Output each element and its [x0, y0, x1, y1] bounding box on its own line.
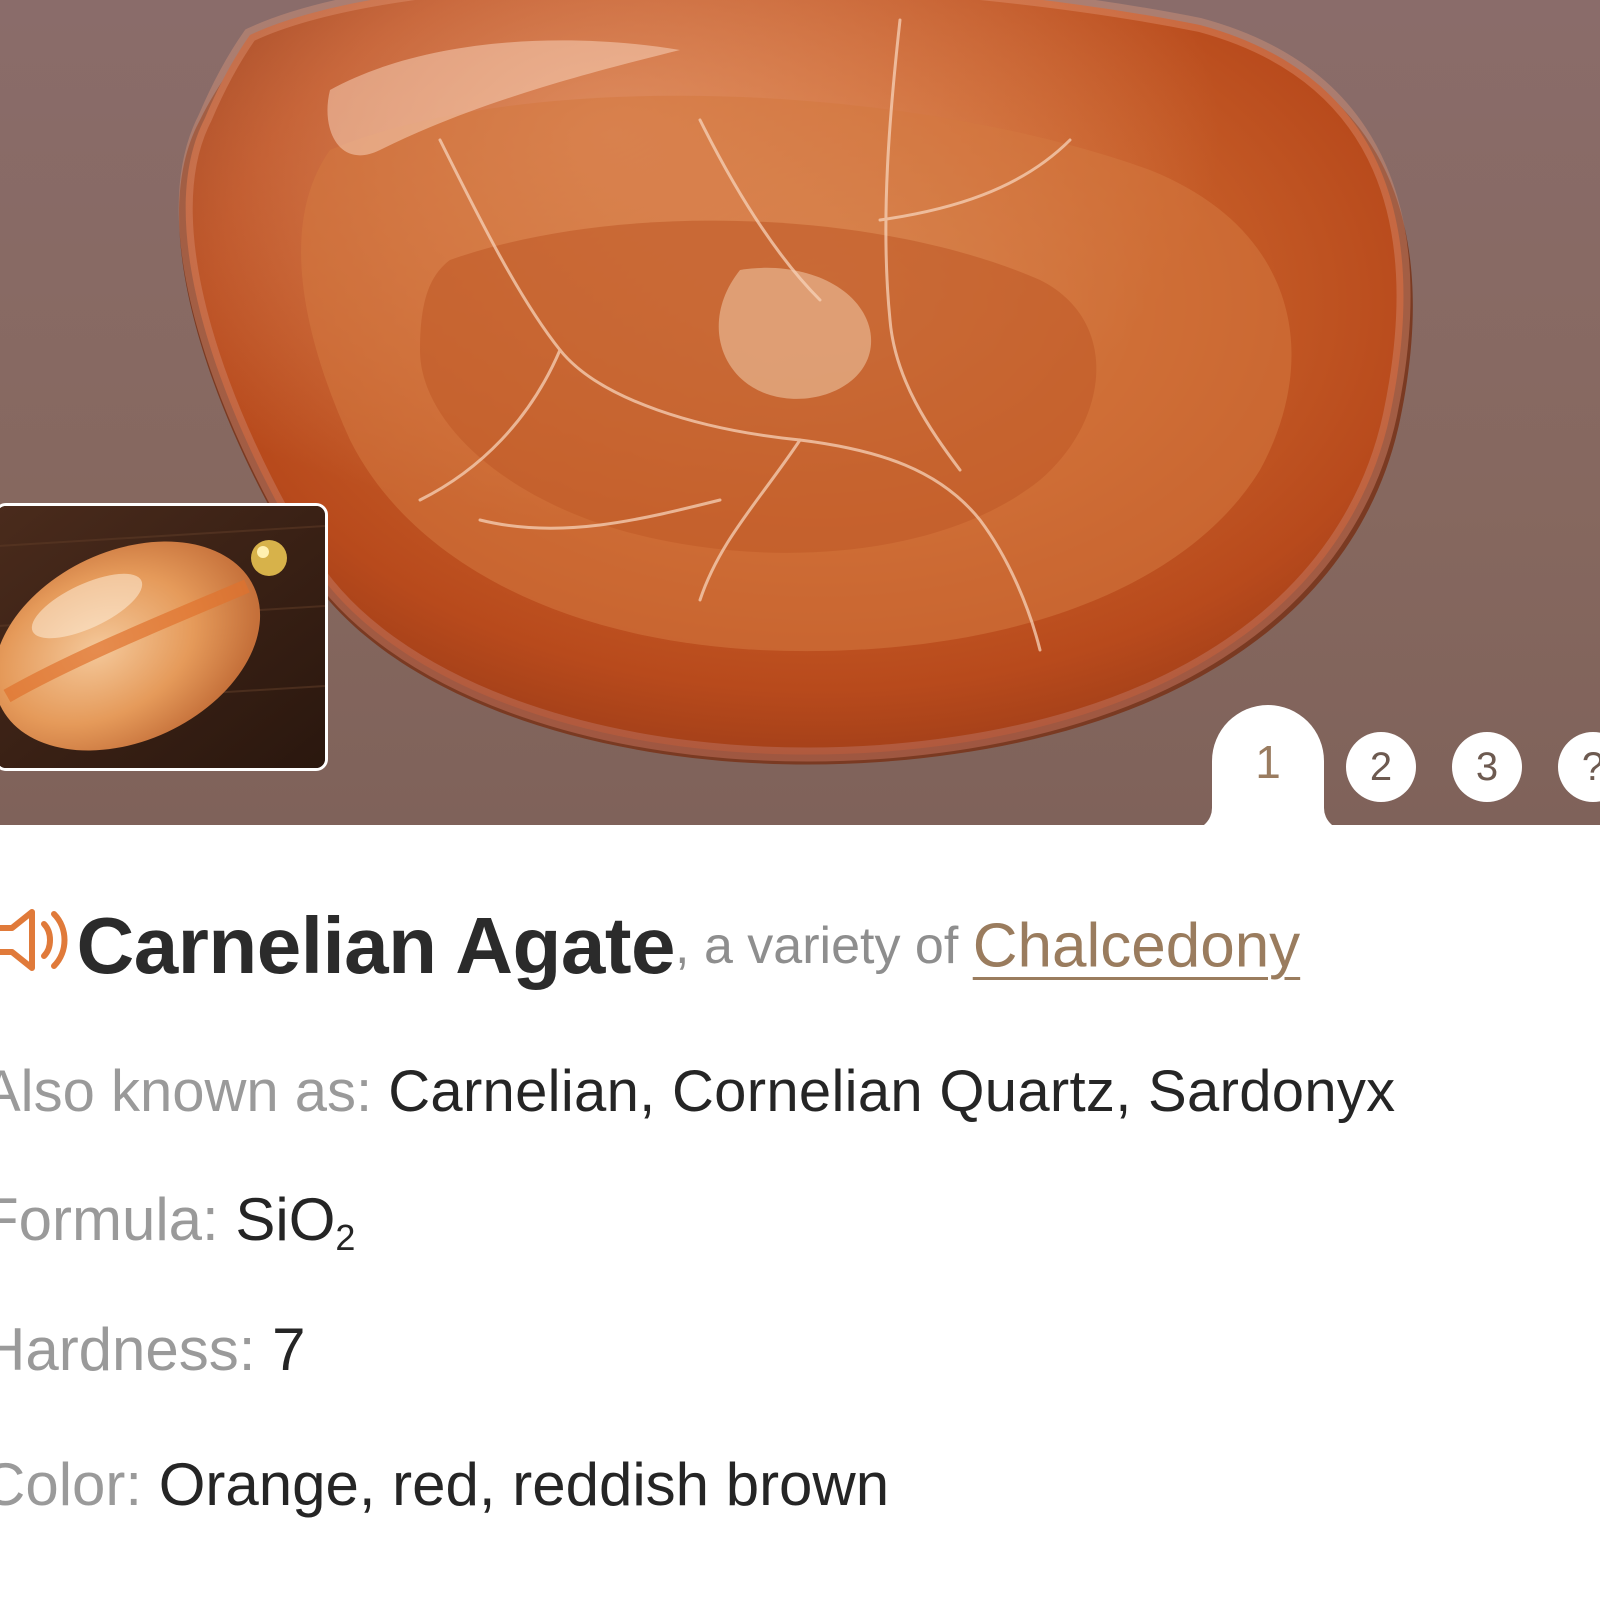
page-1-button[interactable]: 1: [1233, 727, 1303, 797]
speaker-icon[interactable]: [0, 898, 72, 982]
hardness-label: Hardness:: [0, 1316, 273, 1383]
formula-row: Formula: SiO2: [0, 1185, 355, 1259]
app-screen: 1 2 3 ? Carnelian Agate, a variety of Ch…: [0, 0, 1600, 1600]
mineral-name: Carnelian Agate: [76, 901, 676, 990]
formula-value: SiO2: [235, 1186, 355, 1258]
mineral-photo[interactable]: 1 2 3 ?: [0, 0, 1600, 825]
variety-prefix: , a variety of: [675, 917, 973, 975]
also-known-as-value: Carnelian, Cornelian Quartz, Sardonyx: [388, 1059, 1396, 1124]
also-known-as-label: Also known as:: [0, 1059, 389, 1124]
thumbnail-photo[interactable]: [0, 503, 328, 771]
variety-link[interactable]: Chalcedony: [973, 912, 1300, 981]
formula-main: SiO: [235, 1186, 336, 1253]
title-row: Carnelian Agate, a variety of Chalcedony: [0, 900, 1300, 1000]
also-known-as-row: Also known as: Carnelian, Cornelian Quar…: [0, 1058, 1395, 1125]
formula-subscript: 2: [335, 1217, 356, 1258]
photo-pager: 1 2 3 ?: [1212, 705, 1600, 825]
formula-label: Formula:: [0, 1186, 236, 1253]
page-more-button[interactable]: ?: [1558, 732, 1600, 802]
page-2-button[interactable]: 2: [1346, 732, 1416, 802]
hardness-value: 7: [272, 1316, 306, 1383]
color-row: Color: Orange, red, reddish brown: [0, 1450, 889, 1519]
hardness-row: Hardness: 7: [0, 1315, 306, 1384]
mineral-details: Carnelian Agate, a variety of Chalcedony…: [0, 825, 1600, 1600]
page-3-button[interactable]: 3: [1452, 732, 1522, 802]
color-label: Color:: [0, 1451, 143, 1518]
color-value: Orange, red, reddish brown: [158, 1451, 890, 1518]
thumbnail-stone-image: [0, 506, 325, 768]
